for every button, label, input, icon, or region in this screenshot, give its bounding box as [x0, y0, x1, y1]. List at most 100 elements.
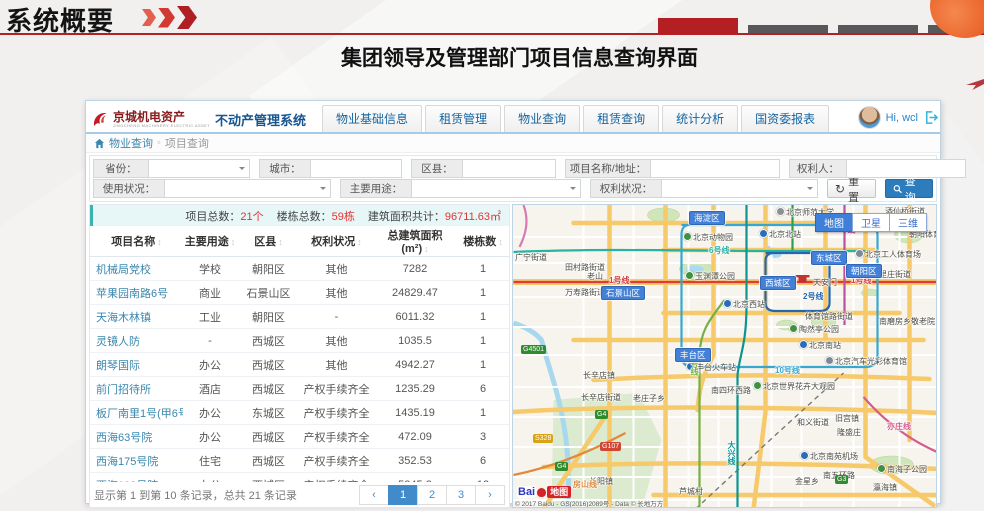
project-name-link[interactable]: 灵镜人防: [90, 329, 183, 353]
stadium-icon: [825, 356, 834, 365]
chevron-down-icon: [807, 187, 813, 193]
user-greeting: Hi, wcl: [886, 112, 918, 124]
results-panel: 项目总数：21个楼栋总数：59栋建筑面积共计：96711.63㎡ 项目名称↕主要…: [89, 204, 510, 508]
column-header-主要用途[interactable]: 主要用途↕: [183, 226, 237, 257]
place-label-隆盛庄: 隆盛庄: [837, 427, 861, 438]
table-row[interactable]: 灵镜人防-西城区其他1035.51: [90, 329, 509, 353]
nav-tab-统计分析[interactable]: 统计分析: [662, 105, 738, 132]
map[interactable]: 海淀区东城区朝阳区西城区石景山区丰台区北京师范大学酒仙桥街道北京北站北京动物园北…: [512, 204, 937, 508]
district-label-丰台区: 丰台区: [675, 348, 711, 362]
right-status-select[interactable]: [661, 179, 818, 198]
map-copyright: © 2017 Baidu - GS(2016)2089号 - Data © 长地…: [515, 498, 663, 508]
column-header-区县[interactable]: 区县↕: [237, 226, 300, 257]
column-header-楼栋数[interactable]: 楼栋数↕: [457, 226, 509, 257]
place-name: 瀛海镇: [873, 483, 897, 492]
map-type-三维[interactable]: 三维: [889, 213, 927, 232]
sort-icon: ↕: [424, 244, 429, 254]
baidu-logo[interactable]: Bai 地图: [517, 486, 571, 498]
table-row[interactable]: 朗琴国际办公西城区其他4942.271: [90, 353, 509, 377]
page-button-›[interactable]: ›: [475, 485, 505, 505]
map-type-地图[interactable]: 地图: [815, 213, 853, 232]
metro-line-label-大兴线: 大兴线: [726, 441, 737, 465]
place-label-长辛店镇: 长辛店镇: [583, 370, 615, 381]
table-row[interactable]: 前门招待所酒店西城区产权手续齐全1235.296: [90, 377, 509, 401]
place-label-南四环西路: 南四环西路: [711, 385, 751, 396]
logout-icon[interactable]: [923, 110, 938, 125]
metro-line-label-10号线: 10号线: [775, 365, 800, 376]
nav-tab-租赁查询[interactable]: 租赁查询: [583, 105, 659, 132]
place-label-长辛店街道: 长辛店街道: [581, 392, 621, 403]
road-badge-G107: G107: [600, 442, 621, 451]
place-label-北京动物园: 北京动物园: [683, 232, 733, 243]
page-button-2[interactable]: 2: [417, 485, 447, 505]
table-cell: 其他: [300, 281, 373, 305]
province-select[interactable]: [148, 159, 250, 178]
avatar[interactable]: [858, 106, 881, 129]
reset-button[interactable]: ↻重置: [827, 179, 876, 198]
page-button-3[interactable]: 3: [446, 485, 476, 505]
nav-tab-租赁管理[interactable]: 租赁管理: [425, 105, 501, 132]
column-header-总建筑面积(m²)[interactable]: 总建筑面积(m²)↕: [373, 226, 457, 257]
filter-field-right-holder: 权利人：: [789, 159, 966, 178]
page-button-‹[interactable]: ‹: [359, 485, 389, 505]
main-use-select[interactable]: [411, 179, 581, 198]
place-label-玉渊潭公园: 玉渊潭公园: [685, 271, 735, 282]
place-name: 老庄子乡: [633, 394, 665, 403]
project-name-link[interactable]: 西海63号院: [90, 425, 183, 449]
district-label-朝阳区: 朝阳区: [846, 264, 882, 278]
table-cell: 7282: [373, 257, 457, 281]
right-holder-input[interactable]: [846, 159, 966, 178]
place-name: 北京世界花卉大观园: [763, 382, 835, 391]
column-header-项目名称[interactable]: 项目名称↕: [90, 226, 183, 257]
project-name-link[interactable]: 天海木林镇: [90, 305, 183, 329]
filter-field-project-name: 项目名称/地址：: [565, 159, 780, 178]
project-name-input[interactable]: [650, 159, 780, 178]
table-cell: 1435.19: [373, 401, 457, 425]
usage-status-select[interactable]: [164, 179, 331, 198]
navbar: 京城机电资产 JINGCHENG MACHINERY ELECTRIC ASSE…: [86, 101, 940, 134]
table-body: 机械局党校学校朝阳区其他72821苹果园南路6号商业石景山区其他24829.47…: [90, 257, 509, 497]
table-footer: 显示第 1 到第 10 条记录，总共 21 条记录 ‹123›: [90, 482, 509, 507]
place-label-老庄子乡: 老庄子乡: [633, 393, 665, 404]
place-label-北京北站: 北京北站: [759, 229, 801, 240]
place-label-北京工人体育场: 北京工人体育场: [855, 249, 921, 260]
chevron-down-icon: [570, 187, 576, 193]
nav-tab-物业基础信息[interactable]: 物业基础信息: [322, 105, 422, 132]
table-cell: 西城区: [237, 449, 300, 473]
page-button-1[interactable]: 1: [388, 485, 418, 505]
project-name-link[interactable]: 板厂南里1号(甲6号): [90, 401, 183, 425]
table-row[interactable]: 机械局党校学校朝阳区其他72821: [90, 257, 509, 281]
table-row[interactable]: 西海63号院办公西城区产权手续齐全472.093: [90, 425, 509, 449]
project-name-link[interactable]: 西海175号院: [90, 449, 183, 473]
filter-label-district: 区县：: [411, 159, 462, 178]
place-name: 长辛店街道: [581, 393, 621, 402]
search-button[interactable]: 查询: [885, 179, 933, 198]
table-cell: -: [183, 329, 237, 353]
table-cell: 产权手续齐全: [300, 401, 373, 425]
summary-bar: 项目总数：21个楼栋总数：59栋建筑面积共计：96711.63㎡: [90, 205, 509, 226]
table-row[interactable]: 苹果园南路6号商业石景山区其他24829.471: [90, 281, 509, 305]
table-row[interactable]: 板厂南里1号(甲6号)办公东城区产权手续齐全1435.191: [90, 401, 509, 425]
project-name-link[interactable]: 前门招待所: [90, 377, 183, 401]
table-cell: -: [300, 305, 373, 329]
table-row[interactable]: 西海175号院住宅西城区产权手续齐全352.536: [90, 449, 509, 473]
district-input[interactable]: [462, 159, 556, 178]
map-type-卫星[interactable]: 卫星: [852, 213, 890, 232]
breadcrumb-root[interactable]: 物业查询: [109, 135, 153, 151]
nav-tab-物业查询[interactable]: 物业查询: [504, 105, 580, 132]
road-badge-G4: G4: [555, 462, 568, 471]
park-icon: [753, 381, 762, 390]
project-name-link[interactable]: 朗琴国际: [90, 353, 183, 377]
table-cell: 办公: [183, 353, 237, 377]
place-name: 南四环西路: [711, 386, 751, 395]
nav-tab-国资委报表[interactable]: 国资委报表: [741, 105, 829, 132]
place-name: 和义街道: [797, 418, 829, 427]
project-name-link[interactable]: 苹果园南路6号: [90, 281, 183, 305]
table-row[interactable]: 天海木林镇工业朝阳区-6011.321: [90, 305, 509, 329]
table-cell: 西城区: [237, 353, 300, 377]
place-name: 南磨房乡敬老院: [879, 317, 935, 326]
home-icon[interactable]: [94, 138, 105, 149]
column-header-权利状况[interactable]: 权利状况↕: [300, 226, 373, 257]
city-input[interactable]: [310, 159, 402, 178]
project-name-link[interactable]: 机械局党校: [90, 257, 183, 281]
